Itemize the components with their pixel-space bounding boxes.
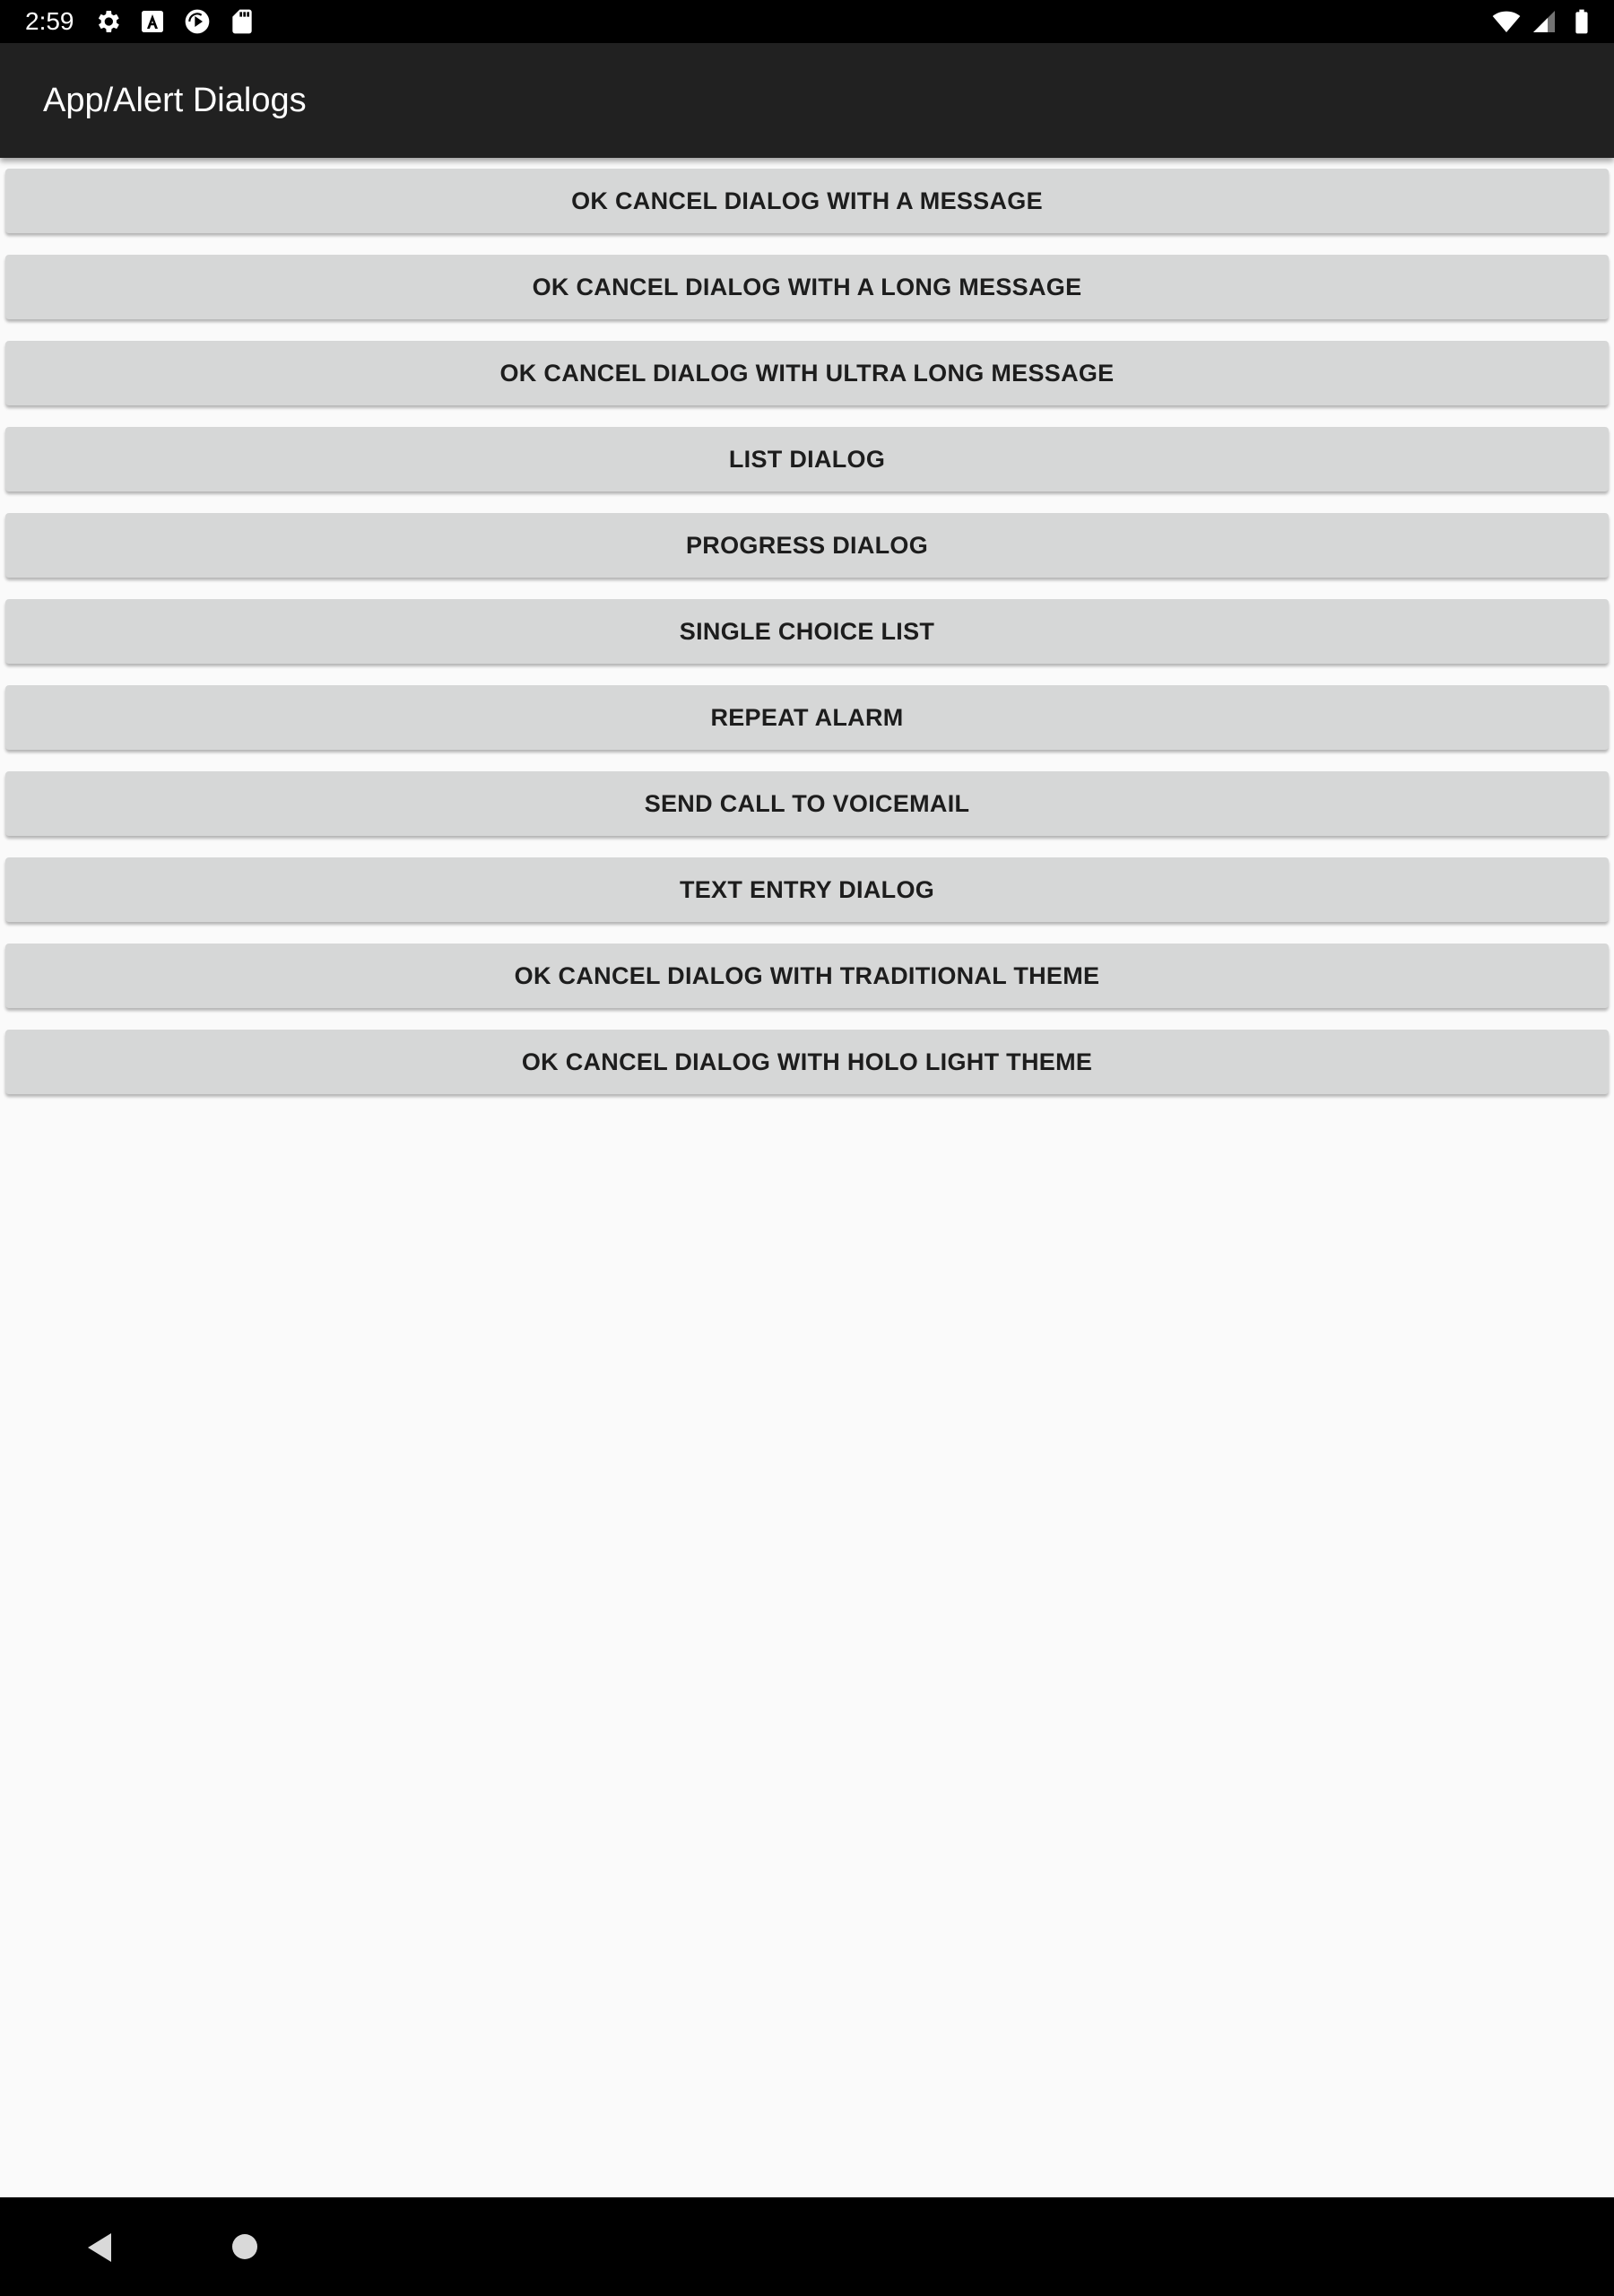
progress-dialog-button[interactable]: PROGRESS DIALOG (5, 513, 1609, 578)
back-icon[interactable] (82, 2230, 118, 2266)
battery-icon (1575, 9, 1588, 34)
send-call-to-voicemail-button[interactable]: SEND CALL TO VOICEMAIL (5, 771, 1609, 836)
ok-cancel-message-button[interactable]: OK CANCEL DIALOG WITH A MESSAGE (5, 169, 1609, 233)
text-entry-dialog-button[interactable]: TEXT ENTRY DIALOG (5, 857, 1609, 922)
nav-bar (0, 2197, 1614, 2296)
ok-cancel-holo-light-theme-button[interactable]: OK CANCEL DIALOG WITH HOLO LIGHT THEME (5, 1030, 1609, 1094)
settings-gear-icon (98, 11, 119, 32)
status-icons-left (93, 7, 256, 36)
wifi-icon (1492, 11, 1521, 32)
sd-card-icon (232, 9, 252, 34)
sync-play-icon (185, 9, 210, 34)
app-bar: App/Alert Dialogs (0, 43, 1614, 158)
home-icon[interactable] (231, 2233, 258, 2260)
ok-cancel-ultra-long-message-button[interactable]: OK CANCEL DIALOG WITH ULTRA LONG MESSAGE (5, 341, 1609, 405)
status-bar: 2:59 (0, 0, 1614, 43)
single-choice-list-button[interactable]: SINGLE CHOICE LIST (5, 599, 1609, 664)
list-dialog-button[interactable]: LIST DIALOG (5, 427, 1609, 491)
status-time: 2:59 (25, 7, 74, 35)
cell-signal-icon (1533, 11, 1555, 32)
ok-cancel-long-message-button[interactable]: OK CANCEL DIALOG WITH A LONG MESSAGE (5, 255, 1609, 319)
page-title: App/Alert Dialogs (43, 82, 307, 119)
ok-cancel-traditional-theme-button[interactable]: OK CANCEL DIALOG WITH TRADITIONAL THEME (5, 944, 1609, 1008)
repeat-alarm-button[interactable]: REPEAT ALARM (5, 685, 1609, 750)
status-icons-right (1492, 7, 1596, 36)
font-a-icon (142, 11, 163, 32)
